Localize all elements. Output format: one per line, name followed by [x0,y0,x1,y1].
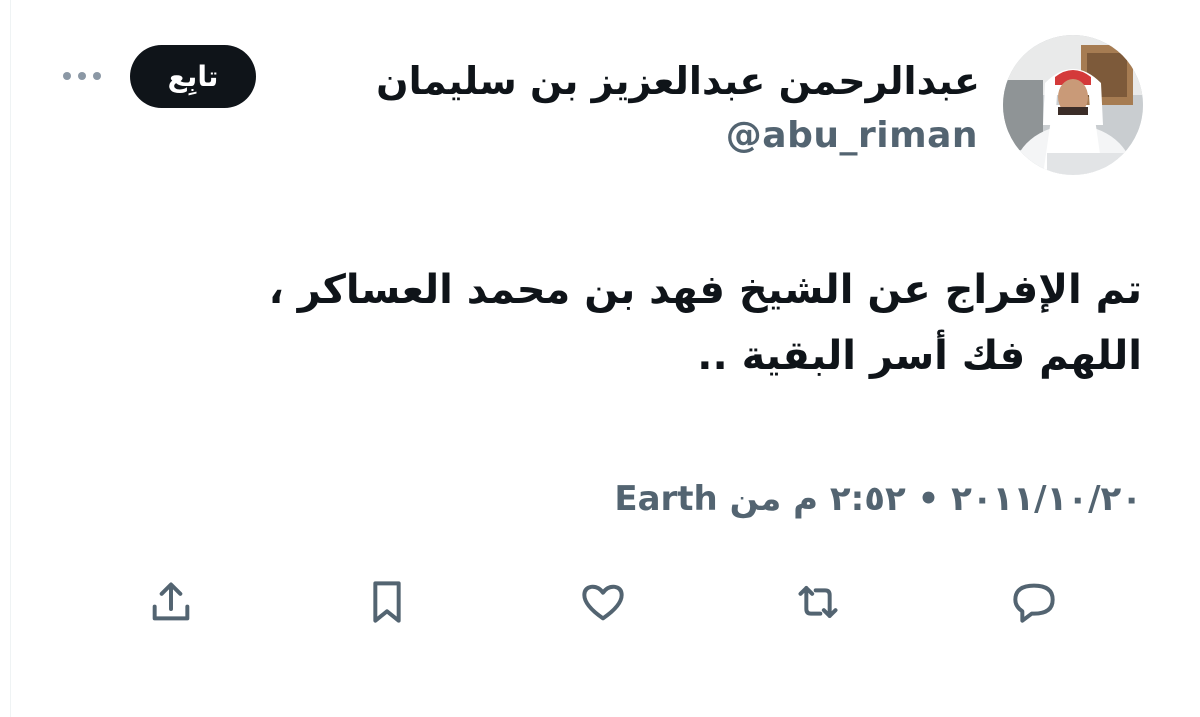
tweet-text-line: تم الإفراج عن الشيخ فهد بن محمد العساكر … [268,267,1142,313]
share-button[interactable] [139,570,203,634]
tweet-date[interactable]: ٢٠١١/١٠/٢٠ [951,479,1142,519]
tweet-text-line: اللهم فك أسر البقية .. [697,333,1142,379]
reply-icon [1013,583,1055,623]
share-icon [152,582,190,621]
bookmark-button[interactable] [355,570,419,634]
profile-photo [1003,35,1143,175]
tweet-header: عبدالرحمن عبدالعزيز بن سليمان @abu_riman… [0,0,1200,200]
user-handle[interactable]: @abu_riman [726,114,978,158]
tweet-time[interactable]: ٢:٥٢ م [793,479,906,519]
retweet-icon [798,586,838,618]
meta-separator: • [917,479,940,519]
retweet-button[interactable] [786,570,850,634]
avatar[interactable] [1003,35,1143,175]
display-name[interactable]: عبدالرحمن عبدالعزيز بن سليمان [376,58,980,104]
tweet-text: تم الإفراج عن الشيخ فهد بن محمد العساكر … [82,257,1142,389]
tweet-source[interactable]: Earth [614,479,717,519]
tweet-meta: ٢٠١١/١٠/٢٠ • ٢:٥٢ م من Earth [614,473,1142,525]
heart-icon [582,584,624,621]
follow-button[interactable]: تابِع [130,45,256,108]
like-button[interactable] [571,570,635,634]
action-bar [0,570,1200,634]
source-prefix: من [729,479,782,519]
more-horizontal-icon[interactable] [60,62,104,90]
reply-button[interactable] [1002,570,1066,634]
bookmark-icon [373,581,401,623]
